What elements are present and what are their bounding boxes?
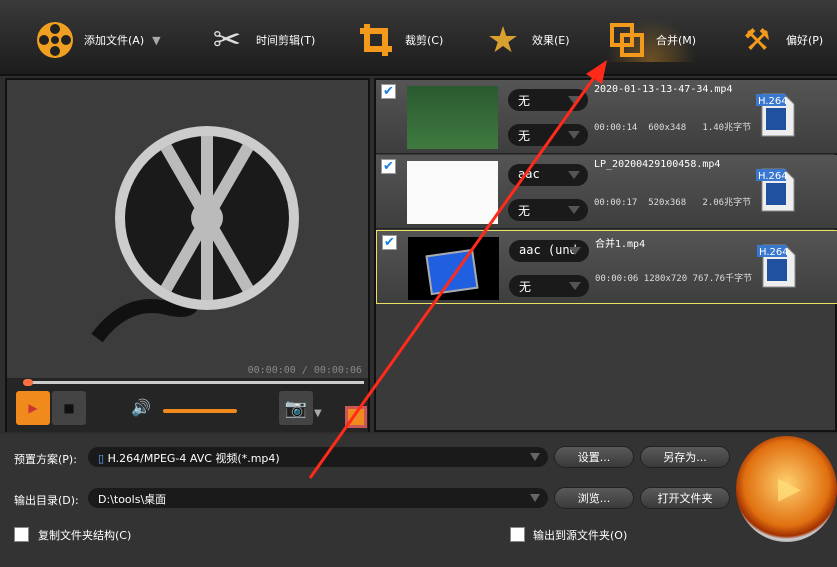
playback-time: 00:00:00 / 00:00:06 [247,365,362,376]
file-row[interactable]: ✔ aac 无 LP_20200429100458.mp4 00:00:17 5… [376,155,837,229]
open-folder-button[interactable]: 打开文件夹 [640,487,730,509]
output-label: 输出目录(D): [14,494,79,507]
h264-file-icon: H.264 [757,241,797,289]
output-settings: 预置方案(P): ▯ H.264/MPEG-4 AVC 视频(*.mp4) 设置… [0,434,837,567]
file-row[interactable]: ✔ 无 无 2020-01-13-13-47-34.mp4 00:00:14 6… [376,80,837,154]
film-reel-image [91,126,299,343]
preset-select[interactable]: ▯ H.264/MPEG-4 AVC 视频(*.mp4) [88,447,548,467]
svg-text:H.264: H.264 [758,96,788,107]
svg-text:H.264: H.264 [758,171,788,182]
add-file-label: 添加文件(A) [84,34,145,47]
star-icon: ★ [486,19,520,61]
fullscreen-button[interactable] [345,406,367,428]
copy-structure-checkbox[interactable] [14,527,29,542]
stop-icon: ■ [63,401,75,415]
subtitle-dropdown[interactable]: 无 [508,124,588,146]
file-checkbox[interactable]: ✔ [381,84,396,99]
toolbar: 添加文件(A) ▼ ✂ 时间剪辑(T) 裁剪(C) ★ 效果(E) 合并(M) ⚒… [0,0,837,76]
trim-button[interactable]: ✂ 时间剪辑(T) [206,18,316,62]
crop-label: 裁剪(C) [405,34,444,47]
video-thumbnail [408,237,499,300]
chevron-down-icon[interactable]: ▼ [152,34,160,47]
play-button[interactable]: ▶ [16,391,50,425]
file-name: 2020-01-13-13-47-34.mp4 [594,84,733,95]
play-icon: ▶ [28,401,38,415]
file-meta: 00:00:14 600x348 1.40兆字节 [594,123,752,133]
settings-button[interactable]: 设置... [554,446,634,468]
file-row-selected[interactable]: ✔ aac (und 无 合并1.mp4 00:00:06 1280x720 7… [376,230,837,304]
file-list: ✔ 无 无 2020-01-13-13-47-34.mp4 00:00:14 6… [374,78,837,432]
stop-button[interactable]: ■ [52,391,86,425]
play-icon: ▶ [778,471,802,506]
subtitle-dropdown[interactable]: 无 [508,199,588,221]
scissors-icon: ✂ [212,20,242,60]
audio-track-dropdown[interactable]: aac [508,164,588,186]
effects-label: 效果(E) [532,34,570,47]
preferences-button[interactable]: ⚒ 偏好(P) [736,18,824,62]
preferences-label: 偏好(P) [786,34,824,47]
audio-track-dropdown[interactable]: aac (und [509,240,589,262]
output-directory-select[interactable]: D:\tools\桌面 [88,488,548,508]
file-checkbox[interactable]: ✔ [381,159,396,174]
merge-label: 合并(M) [656,34,697,47]
effects-button[interactable]: ★ 效果(E) [482,18,570,62]
file-checkbox[interactable]: ✔ [382,235,397,250]
video-thumbnail [407,161,498,224]
h264-file-icon: H.264 [756,165,796,213]
h264-file-icon: H.264 [756,90,796,138]
browse-button[interactable]: 浏览... [554,487,634,509]
video-thumbnail [407,86,498,149]
start-convert-button[interactable]: ▶ [736,436,837,542]
crop-icon [355,19,397,61]
camera-icon: 📷 [284,397,308,419]
trim-label: 时间剪辑(T) [256,34,316,47]
file-name: LP_20200429100458.mp4 [594,159,721,170]
mp4-file-icon: ▯ [98,452,105,465]
svg-text:H.264: H.264 [759,247,789,258]
file-meta: 00:00:06 1280x720 767.76千字节 [595,274,753,284]
snapshot-button[interactable]: 📷 [279,391,313,425]
snapshot-dropdown-icon[interactable]: ▼ [314,408,322,419]
preview-panel: 00:00:00 / 00:00:06 ▶ ■ 🔊 📷 ▼ [5,78,370,432]
merge-button[interactable]: 合并(M) [606,18,697,62]
crop-button[interactable]: 裁剪(C) [355,18,443,62]
film-reel-icon [34,19,76,61]
file-name: 合并1.mp4 [595,239,646,250]
volume-icon: 🔊 [131,398,151,417]
seek-bar[interactable] [23,379,364,386]
merge-icon [606,19,648,61]
save-as-button[interactable]: 另存为... [640,446,730,468]
add-file-button[interactable]: 添加文件(A) ▼ [34,18,161,62]
output-to-source-label: 输出到源文件夹(O) [533,529,628,542]
file-meta: 00:00:17 520x368 2.06兆字节 [594,198,752,208]
tools-icon: ⚒ [743,22,771,58]
preset-label: 预置方案(P): [14,453,77,466]
output-to-source-checkbox[interactable] [510,527,525,542]
copy-structure-label: 复制文件夹结构(C) [38,529,132,542]
player-controls: ▶ ■ 🔊 📷 ▼ [7,378,368,432]
audio-track-dropdown[interactable]: 无 [508,89,588,111]
preset-value: H.264/MPEG-4 AVC 视频(*.mp4) [107,452,280,465]
volume-slider[interactable] [163,409,237,413]
subtitle-dropdown[interactable]: 无 [509,275,589,297]
